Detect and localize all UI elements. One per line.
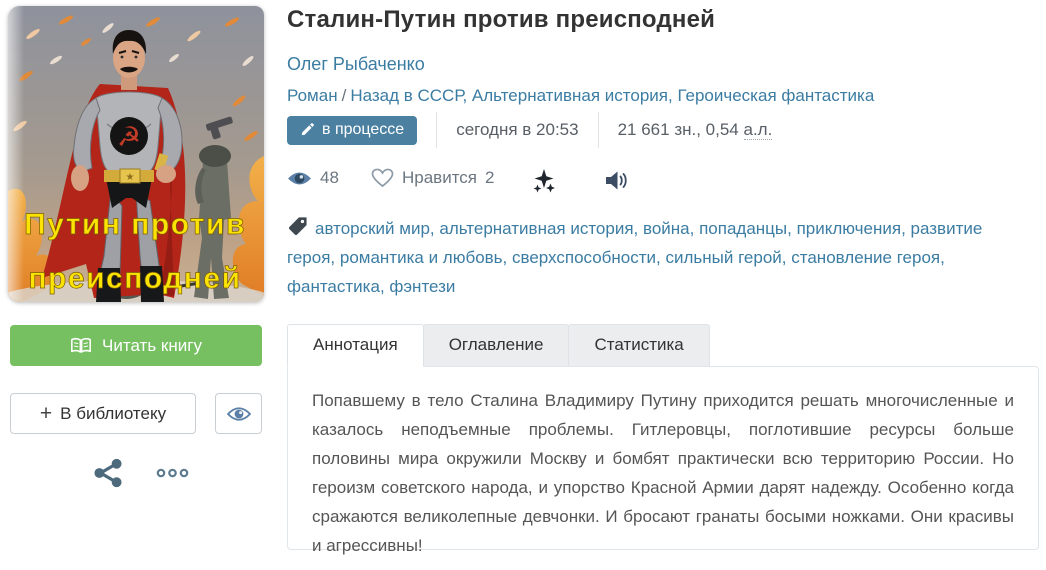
- add-to-library-label: В библиотеку: [60, 403, 167, 423]
- speaker-icon: [606, 171, 627, 190]
- author-sheets-unit: а.л.: [743, 120, 773, 140]
- audio-button[interactable]: [602, 168, 630, 196]
- genre-link[interactable]: Альтернативная история: [472, 86, 678, 105]
- more-options-button[interactable]: [156, 466, 189, 484]
- tag-link[interactable]: альтернативная история: [439, 219, 643, 238]
- book-details: Сталин-Путин против преисподней Олег Рыб…: [287, 0, 1041, 570]
- genres-row: Роман/Назад в СССРАльтернативная история…: [287, 86, 874, 106]
- status-label: в процессе: [322, 121, 405, 138]
- tag-link[interactable]: попаданцы: [699, 219, 797, 238]
- tag-link[interactable]: приключения: [797, 219, 911, 238]
- genre-separator: /: [341, 86, 347, 105]
- tag-link[interactable]: война: [643, 219, 699, 238]
- awards-button[interactable]: [529, 166, 559, 199]
- genre-link[interactable]: Героическая фантастика: [677, 86, 874, 105]
- tag-link[interactable]: романтика и любовь: [340, 248, 512, 267]
- heart-icon: [371, 168, 394, 188]
- genre-link[interactable]: Назад в СССР: [350, 86, 472, 105]
- tag-link[interactable]: сверхспособности: [512, 248, 666, 267]
- eye-icon: [288, 172, 311, 184]
- tags-block: авторский миральтернативная историявойна…: [287, 214, 1015, 301]
- updated-time: сегодня в 20:53: [456, 120, 579, 139]
- tag-link[interactable]: сильный герой: [666, 248, 792, 267]
- status-badge: в процессе: [287, 115, 418, 145]
- sparkles-icon: [533, 169, 555, 193]
- svg-text:Путин против: Путин против: [24, 208, 246, 241]
- ellipsis-icon: [156, 468, 189, 478]
- book-cover-art: ☭ ★ Путин против преисподней: [8, 6, 264, 302]
- page-title: Сталин-Путин против преисподней: [287, 6, 716, 33]
- tab-bar: Аннотация Оглавление Статистика: [287, 324, 710, 367]
- svg-text:преисподней: преисподней: [28, 262, 241, 295]
- divider: [597, 112, 599, 148]
- tab-contents[interactable]: Оглавление: [422, 324, 570, 367]
- svg-text:☭: ☭: [117, 122, 141, 152]
- author-link[interactable]: Олег Рыбаченко: [287, 54, 425, 75]
- book-cover[interactable]: ☭ ★ Путин против преисподней: [8, 6, 264, 302]
- tag-link[interactable]: фантастика: [287, 277, 389, 296]
- tab-statistics[interactable]: Статистика: [568, 324, 710, 367]
- annotation-panel: Попавшему в тело Сталина Владимиру Путин…: [287, 366, 1039, 555]
- text-size: 21 661 зн., 0,54 а.л.: [617, 120, 773, 140]
- tab-annotation[interactable]: Аннотация: [287, 324, 424, 367]
- views-count: 48: [320, 168, 339, 187]
- watch-button[interactable]: [215, 393, 262, 434]
- tag-icon: [288, 217, 307, 236]
- likes-label: Нравится: [402, 168, 478, 187]
- like-button[interactable]: Нравится 2: [371, 168, 494, 188]
- pencil-icon: [301, 123, 314, 136]
- annotation-text: Попавшему в тело Сталина Владимиру Путин…: [312, 391, 1014, 555]
- divider: [436, 112, 438, 148]
- read-book-label: Читать книгу: [102, 335, 202, 355]
- share-button[interactable]: [93, 457, 123, 494]
- plus-icon: +: [39, 402, 53, 425]
- read-book-button[interactable]: Читать книгу: [10, 325, 262, 366]
- genre-form-link[interactable]: Роман: [287, 86, 338, 105]
- book-page: ☭ ★ Путин против преисподней Читать книг…: [0, 0, 1046, 570]
- views-counter: 48: [287, 168, 339, 188]
- eye-icon: [226, 406, 251, 421]
- tag-link[interactable]: становление героя: [791, 248, 945, 267]
- stats-row: 48 Нравится 2: [287, 166, 1041, 196]
- add-to-library-button[interactable]: + В библиотеку: [10, 393, 196, 434]
- tag-link[interactable]: авторский мир: [315, 219, 439, 238]
- likes-count: 2: [485, 168, 495, 187]
- tag-link[interactable]: фэнтези: [389, 277, 455, 296]
- share-icon: [94, 458, 122, 488]
- open-book-icon: [71, 337, 91, 353]
- svg-text:★: ★: [126, 172, 135, 183]
- meta-row: в процессе сегодня в 20:53 21 661 зн., 0…: [287, 112, 773, 148]
